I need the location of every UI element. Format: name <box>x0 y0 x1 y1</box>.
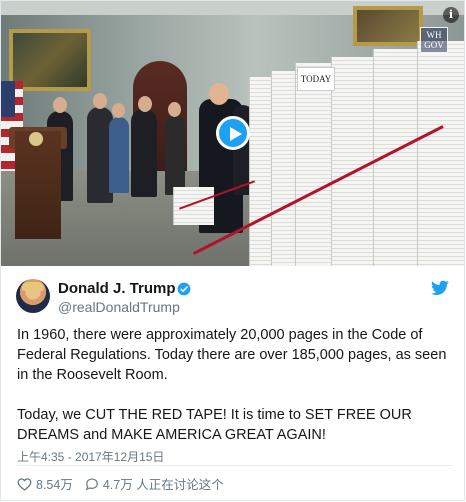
person <box>131 109 157 197</box>
person-head <box>138 96 152 112</box>
info-icon[interactable]: i <box>443 7 459 23</box>
avatar[interactable] <box>16 279 50 313</box>
person-head <box>168 102 181 117</box>
person-head <box>93 93 107 109</box>
person-head <box>53 97 67 113</box>
logo-text: GOV <box>424 40 444 50</box>
timestamp[interactable]: 上午4:35 - 2017年12月15日 <box>17 448 164 465</box>
verified-badge-icon <box>177 282 191 296</box>
divider <box>16 465 452 466</box>
user-handle[interactable]: @realDonaldTrump <box>58 299 180 315</box>
display-name[interactable]: Donald J. Trump <box>58 280 176 297</box>
painting <box>353 6 423 46</box>
presidential-seal <box>29 132 43 146</box>
twitter-bird-icon[interactable] <box>431 280 449 296</box>
paper-stack <box>295 63 334 266</box>
video-media[interactable]: TODAY WH GOV i <box>1 1 464 266</box>
today-sign: TODAY <box>297 67 335 91</box>
like-count: 8.54万 <box>36 478 73 492</box>
logo-text: WH <box>426 30 442 40</box>
tweet-card: TODAY WH GOV i Donald J. Trump @realDona… <box>0 0 465 501</box>
tweet-text: In 1960, there were approximately 20,000… <box>17 327 447 443</box>
heart-icon <box>17 477 32 491</box>
podium <box>15 131 61 239</box>
paper-stack <box>173 187 214 225</box>
paper-stack <box>417 41 464 266</box>
play-button[interactable] <box>216 116 250 150</box>
person-head <box>209 83 229 105</box>
reply-stat[interactable]: 4.7万 人正在讨论这个 <box>85 474 224 493</box>
reply-count: 4.7万 人正在讨论这个 <box>102 478 224 492</box>
person-head <box>112 103 125 118</box>
paper-stack <box>271 71 298 266</box>
flag-canton <box>1 81 15 117</box>
play-icon <box>230 127 242 141</box>
person <box>109 117 129 193</box>
tweet-stats: 8.54万 4.7万 人正在讨论这个 <box>17 474 236 493</box>
like-stat[interactable]: 8.54万 <box>17 474 73 493</box>
whitehouse-gov-logo: WH GOV <box>420 27 448 53</box>
reply-icon <box>85 477 98 490</box>
person <box>165 115 185 195</box>
